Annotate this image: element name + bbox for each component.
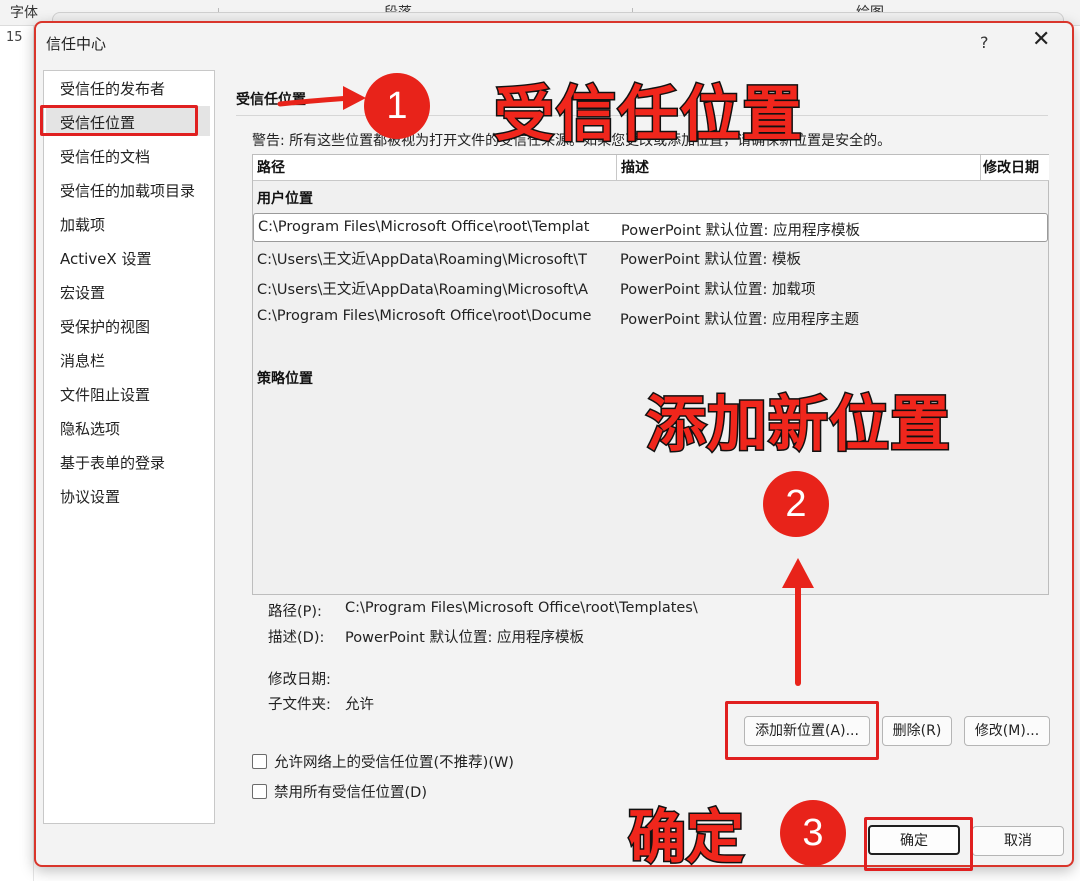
annotation-text-trusted-locations: 受信任位置	[493, 79, 804, 152]
annotation-step-3: 3	[780, 800, 846, 866]
annotation-text-add-location: 添加新位置	[645, 389, 952, 462]
annotation-text-ok: 确定	[626, 802, 745, 873]
arrow-up-annotation	[782, 558, 814, 686]
annotation-step-2: 2	[763, 471, 829, 537]
annotation-step-1: 1	[364, 73, 430, 139]
arrow-right-annotation	[277, 86, 366, 110]
